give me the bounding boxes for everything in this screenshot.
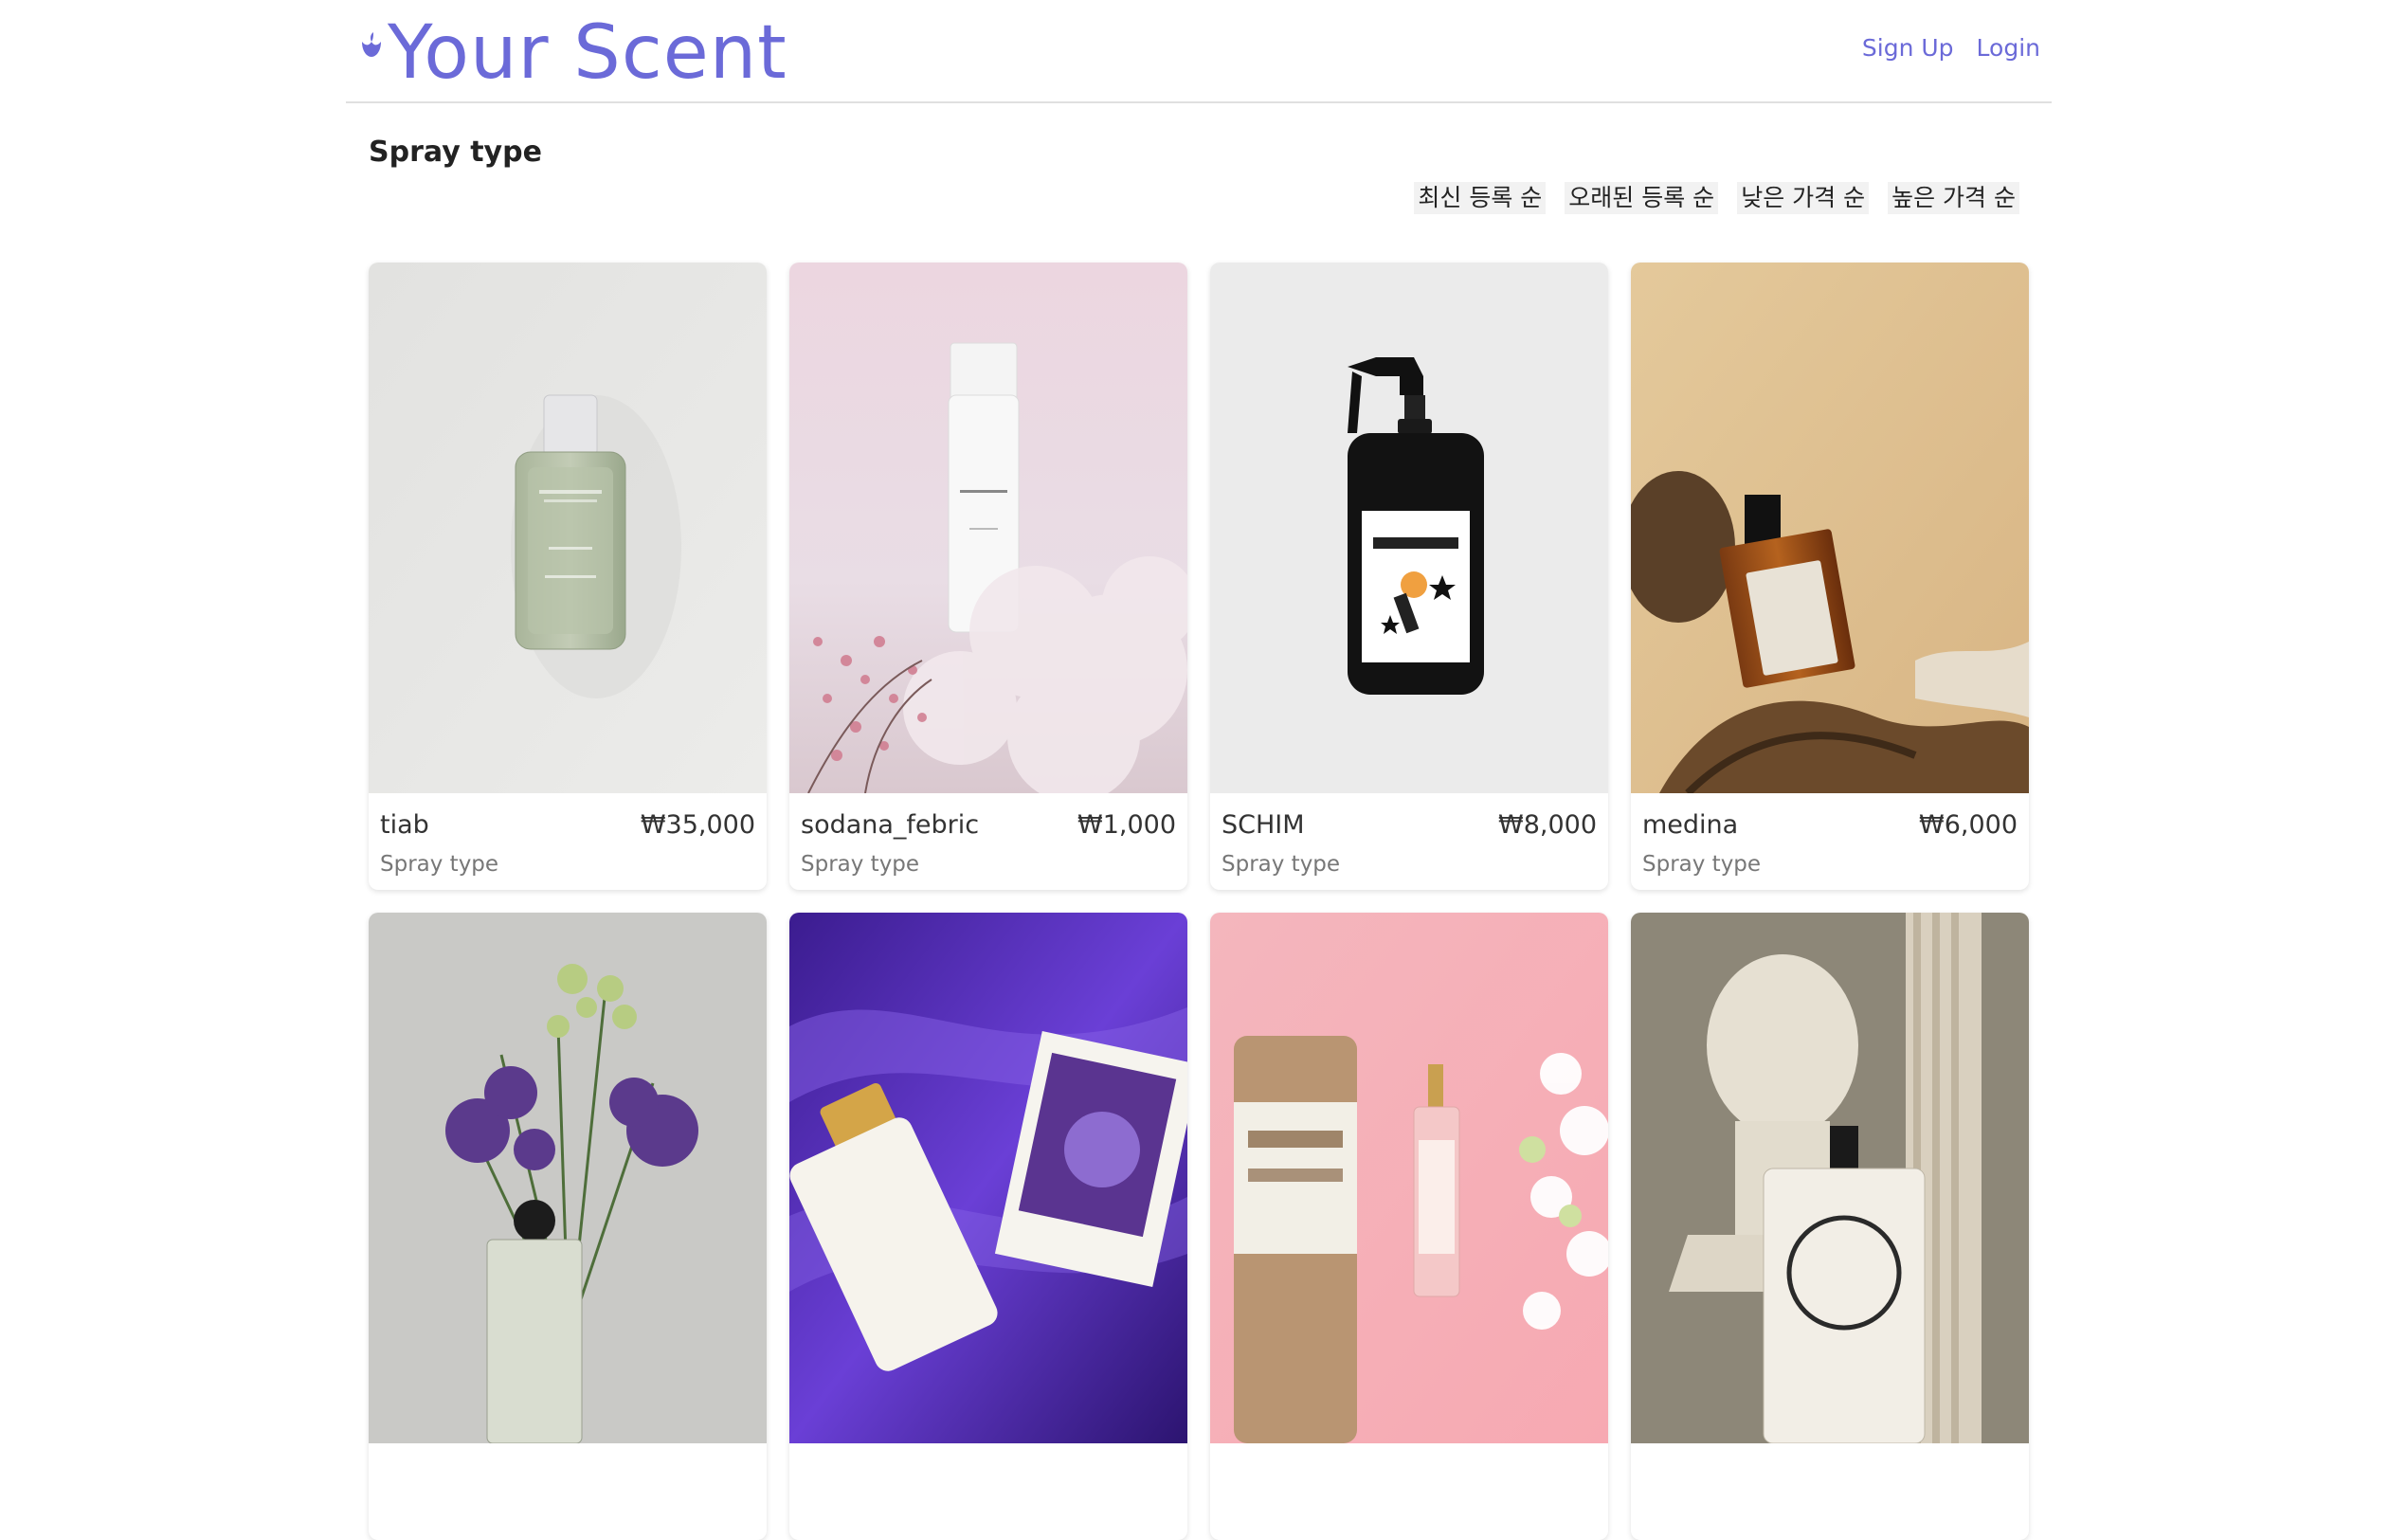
product-type: Spray type <box>1222 852 1341 877</box>
product-image <box>1631 913 2029 1443</box>
sort-newest-button[interactable]: 최신 등록 순 <box>1414 182 1547 214</box>
brand-logo-link[interactable]: Your Scent <box>359 8 787 98</box>
sort-price-high-button[interactable]: 높은 가격 순 <box>1888 182 2019 214</box>
product-price: ₩6,000 <box>1919 810 2018 840</box>
tulip-icon <box>362 31 381 57</box>
product-info: tiab ₩35,000 Spray type <box>369 793 767 890</box>
product-info <box>369 1443 767 1540</box>
product-card[interactable] <box>1210 913 1608 1540</box>
sort-price-low-button[interactable]: 낮은 가격 순 <box>1737 182 1870 214</box>
product-card[interactable]: sodana_febric ₩1,000 Spray type <box>789 263 1187 890</box>
product-name: SCHIM <box>1222 810 1305 840</box>
product-card[interactable] <box>369 913 767 1540</box>
product-info <box>1631 1443 2029 1540</box>
site-header: Your Scent Sign Up Login <box>346 0 2052 103</box>
product-name: tiab <box>380 810 429 840</box>
page-title: Spray type <box>369 136 542 169</box>
product-image <box>1631 263 2029 793</box>
product-price: ₩35,000 <box>640 810 755 840</box>
signup-link[interactable]: Sign Up <box>1862 34 1954 62</box>
top-nav: Sign Up Login <box>1862 34 2040 62</box>
brand-logo-text: Your Scent <box>388 9 787 96</box>
product-image <box>1210 913 1608 1443</box>
product-image <box>789 263 1187 793</box>
product-image <box>789 913 1187 1443</box>
product-info <box>1210 1443 1608 1540</box>
product-image <box>1210 263 1608 793</box>
product-card[interactable] <box>1631 913 2029 1540</box>
product-price: ₩8,000 <box>1498 810 1597 840</box>
product-type: Spray type <box>1642 852 1762 877</box>
product-price: ₩1,000 <box>1077 810 1176 840</box>
product-type: Spray type <box>801 852 920 877</box>
login-link[interactable]: Login <box>1977 34 2040 62</box>
page-container: Your Scent Sign Up Login Spray type 최신 등… <box>346 0 2052 1540</box>
product-info: sodana_febric ₩1,000 Spray type <box>789 793 1187 890</box>
product-name: sodana_febric <box>801 810 980 840</box>
product-image <box>369 913 767 1443</box>
product-card[interactable]: SCHIM ₩8,000 Spray type <box>1210 263 1608 890</box>
product-type: Spray type <box>380 852 499 877</box>
product-info: SCHIM ₩8,000 Spray type <box>1210 793 1608 890</box>
product-grid: tiab ₩35,000 Spray type sodana_febric ₩1… <box>369 263 2031 1540</box>
product-info <box>789 1443 1187 1540</box>
product-card[interactable]: tiab ₩35,000 Spray type <box>369 263 767 890</box>
sort-bar: 최신 등록 순 오래된 등록 순 낮은 가격 순 높은 가격 순 <box>1414 182 2019 214</box>
product-card[interactable]: medina ₩6,000 Spray type <box>1631 263 2029 890</box>
product-name: medina <box>1642 810 1739 840</box>
product-card[interactable] <box>789 913 1187 1540</box>
product-image <box>369 263 767 793</box>
sort-oldest-button[interactable]: 오래된 등록 순 <box>1565 182 1719 214</box>
product-info: medina ₩6,000 Spray type <box>1631 793 2029 890</box>
